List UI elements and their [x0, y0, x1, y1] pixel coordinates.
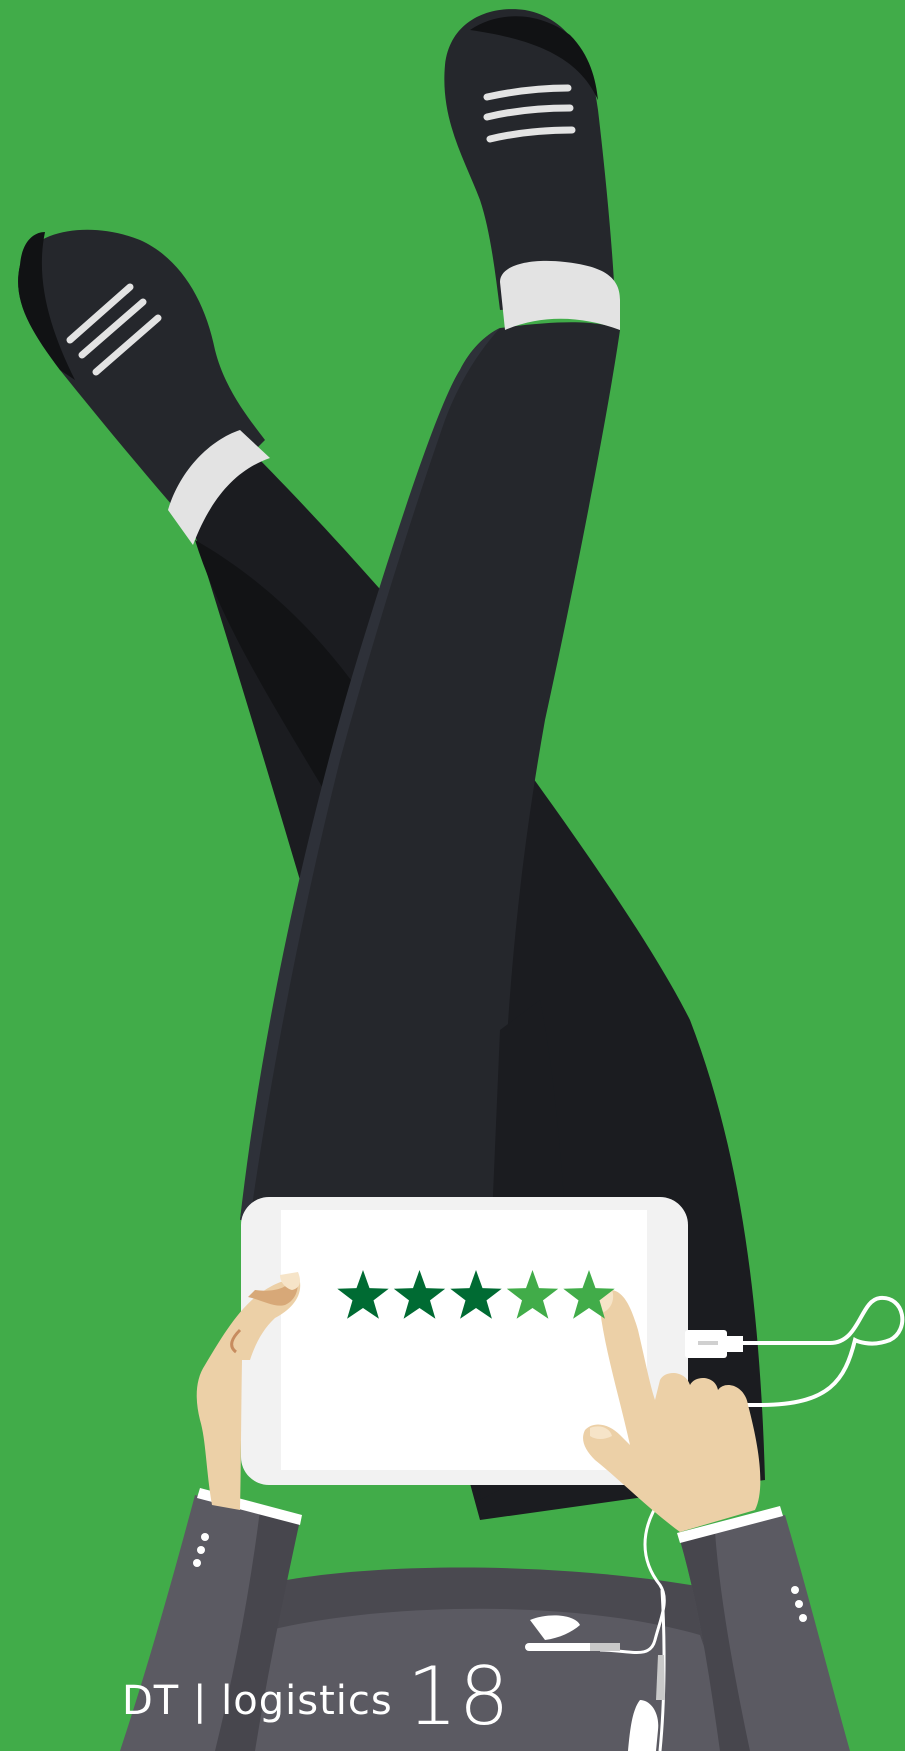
- left-sleeve-button: [201, 1533, 209, 1541]
- brand-number: 18: [406, 1650, 511, 1743]
- scene-illustration: [0, 0, 905, 1751]
- illustration-stage: DT | logistics 18: [0, 0, 905, 1751]
- right-sleeve-button: [791, 1586, 799, 1594]
- brand-logo: DT | logistics 18: [122, 1650, 511, 1743]
- brand-name: DT | logistics: [122, 1678, 393, 1724]
